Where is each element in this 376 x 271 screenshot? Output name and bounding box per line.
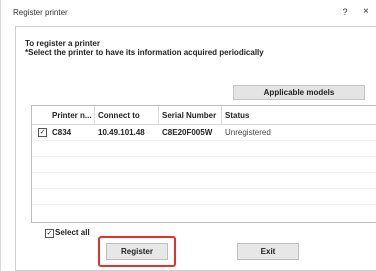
cell-status: Unregistered [225, 128, 271, 137]
column-separator [94, 106, 95, 124]
row-divider [32, 188, 376, 189]
column-header-status[interactable]: Status [225, 111, 249, 120]
row-divider [32, 204, 376, 205]
cell-connect-to: 10.49.101.48 [98, 128, 145, 137]
printer-list-header: Printer n... Connect to Serial Number St… [32, 106, 376, 125]
cell-printer-name: C834 [52, 128, 72, 137]
printer-list: Printer n... Connect to Serial Number St… [31, 105, 376, 223]
register-button[interactable]: Register [106, 243, 168, 260]
row-checkbox[interactable]: ✓ [38, 128, 47, 137]
row-divider [32, 140, 376, 141]
register-printer-dialog: Register printer ? × To register a print… [0, 0, 376, 271]
close-button[interactable]: × [363, 5, 376, 19]
help-button[interactable]: ? [338, 5, 352, 19]
column-header-connect-to[interactable]: Connect to [98, 111, 140, 120]
instruction-text: *Select the printer to have its informat… [25, 48, 264, 57]
title-bar: Register printer ? × [1, 0, 376, 26]
exit-button[interactable]: Exit [237, 243, 299, 260]
column-header-printer-name[interactable]: Printer n... [52, 111, 92, 120]
cell-serial-number: C8E20F005W [162, 128, 213, 137]
row-divider [32, 156, 376, 157]
column-separator [221, 106, 222, 124]
window-title: Register printer [13, 8, 68, 17]
column-header-serial-number[interactable]: Serial Number [162, 111, 216, 120]
select-all-label[interactable]: Select all [55, 228, 90, 237]
column-separator [158, 106, 159, 124]
instruction-heading: To register a printer [25, 39, 100, 48]
table-row[interactable]: ✓ C834 10.49.101.48 C8E20F005W Unregiste… [32, 124, 376, 140]
row-divider [32, 172, 376, 173]
select-all-checkbox[interactable]: ✓ [45, 229, 54, 238]
applicable-models-button[interactable]: Applicable models [233, 85, 365, 100]
